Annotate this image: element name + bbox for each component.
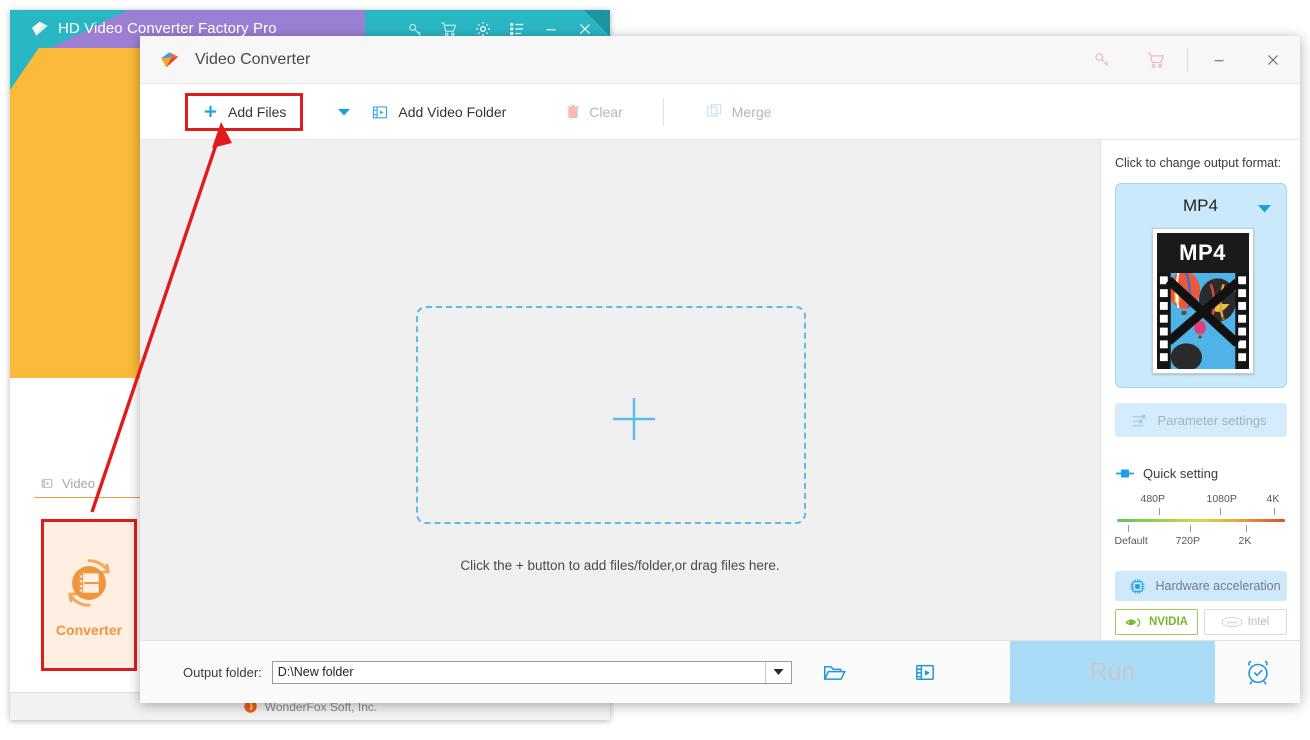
background-titlebar-icons — [398, 10, 602, 48]
dialog-bottom-bar: Output folder: D:\New folder Run — [140, 640, 1300, 703]
merge-button[interactable]: Merge — [706, 103, 772, 120]
quality-slider[interactable]: 480P 1080P 4K Default 720P 2K — [1115, 493, 1287, 551]
gear-icon[interactable] — [466, 10, 500, 48]
quality-tick-4k — [1273, 508, 1275, 515]
gpu-vendor-row: NVIDIA intel Intel — [1114, 609, 1287, 635]
intel-label: Intel — [1247, 616, 1270, 628]
quality-label-4k: 4K — [1266, 493, 1280, 505]
cpu-chip-icon — [1130, 579, 1144, 593]
dialog-titlebar: Video Converter — [140, 36, 1300, 84]
add-files-button[interactable]: Add Files — [185, 92, 304, 131]
quality-tick-720p — [1189, 525, 1191, 532]
output-folder-value: D:\New folder — [277, 665, 354, 679]
schedule-alarm-button[interactable] — [1215, 641, 1300, 704]
slider-handle-icon — [1116, 469, 1134, 478]
svg-text:intel: intel — [1227, 620, 1237, 626]
parameter-settings-button[interactable]: Parameter settings — [1114, 403, 1287, 437]
thumbnail-format-label: MP4 — [1179, 240, 1226, 265]
list-icon[interactable] — [500, 10, 534, 48]
sidebar-item-video-label: Video — [62, 476, 96, 491]
nvidia-eye-icon — [1125, 617, 1141, 627]
output-format-thumbnail: MP4 — [1151, 228, 1254, 374]
parameter-settings-label: Parameter settings — [1157, 412, 1267, 428]
minimize-icon[interactable] — [1192, 36, 1246, 84]
intel-button[interactable]: intel Intel — [1203, 609, 1287, 635]
output-folder-label: Output folder: — [183, 664, 262, 680]
media-folder-button[interactable] — [904, 641, 946, 704]
hardware-acceleration-label: Hardware acceleration — [1155, 579, 1281, 593]
plus-large-icon[interactable] — [610, 395, 658, 443]
sidebar-item-video[interactable]: Video — [40, 476, 95, 491]
quality-slider-track[interactable] — [1116, 519, 1285, 522]
cart-icon[interactable] — [432, 10, 466, 48]
dialog-toolbar: Add Files Add Video Folder Clear Merge — [140, 84, 1300, 140]
quality-label-default: Default — [1114, 535, 1148, 547]
sliders-icon — [1132, 414, 1145, 426]
intel-icon: intel — [1221, 616, 1242, 628]
output-format-heading: Click to change output format: — [1115, 156, 1282, 170]
caret-down-icon — [773, 669, 784, 675]
folder-open-icon — [823, 665, 847, 680]
quality-tick-1080p — [1219, 508, 1221, 515]
plus-icon — [204, 105, 217, 118]
chevron-down-icon — [338, 108, 351, 115]
output-folder-dropdown[interactable] — [764, 661, 791, 683]
close-icon[interactable] — [568, 10, 602, 48]
quality-label-720p: 720P — [1175, 535, 1201, 547]
add-files-label: Add Files — [228, 103, 287, 120]
alarm-clock-icon — [1247, 660, 1268, 685]
add-video-folder-button[interactable]: Add Video Folder — [371, 104, 506, 120]
media-folder-icon — [915, 664, 934, 680]
toolbar-separator — [662, 97, 664, 126]
dropzone-hint: Click the + button to add files/folder,o… — [460, 558, 780, 573]
dialog-titlebar-icons — [1075, 36, 1300, 84]
merge-squares-icon — [706, 103, 722, 117]
quality-tick-480p — [1158, 508, 1160, 515]
quick-setting-row: Quick setting — [1115, 466, 1300, 481]
quality-label-1080p: 1080P — [1206, 493, 1237, 505]
quick-setting-label: Quick setting — [1143, 466, 1219, 481]
quality-tick-default — [1127, 525, 1129, 532]
quality-tick-2k — [1245, 525, 1247, 532]
nvidia-button[interactable]: NVIDIA — [1114, 609, 1198, 635]
converter-film-circle-icon — [68, 559, 110, 607]
background-window-title: HD Video Converter Factory Pro — [58, 20, 277, 37]
output-format-card[interactable]: MP4 MP4 — [1114, 183, 1287, 388]
folder-video-icon — [373, 105, 388, 118]
file-list-drop-area[interactable]: Click the + button to add files/folder,o… — [140, 140, 1100, 667]
add-files-dropdown-button[interactable] — [331, 107, 357, 117]
pinwheel-play-icon — [161, 51, 179, 67]
sidebar-item-converter[interactable]: Converter — [41, 519, 137, 671]
close-icon[interactable] — [1246, 36, 1300, 84]
run-label: Run — [1089, 657, 1136, 686]
quality-label-2k: 2K — [1238, 535, 1252, 547]
open-folder-button[interactable] — [814, 641, 856, 704]
key-icon[interactable] — [398, 10, 432, 48]
titlebar-separator — [1187, 47, 1188, 72]
caret-down-icon — [1257, 205, 1271, 213]
thumbnail-format-band: MP4 — [1156, 233, 1249, 273]
minimize-icon[interactable] — [534, 10, 568, 48]
video-tab-underline — [34, 497, 149, 498]
film-icon — [41, 479, 53, 488]
video-converter-dialog: Video Converter Add Files Add Video Fold… — [140, 36, 1300, 703]
quality-label-480p: 480P — [1140, 493, 1166, 505]
hardware-acceleration-button[interactable]: Hardware acceleration — [1114, 571, 1287, 601]
play-diamond-icon — [32, 21, 48, 36]
output-format-caret[interactable] — [1257, 201, 1272, 219]
nvidia-label: NVIDIA — [1149, 616, 1188, 628]
converter-tile-label: Converter — [55, 622, 123, 638]
clear-button[interactable]: Clear — [566, 103, 623, 120]
add-video-folder-label: Add Video Folder — [398, 103, 507, 120]
output-settings-panel: Click to change output format: MP4 MP4 P… — [1100, 140, 1300, 667]
run-button[interactable]: Run — [1010, 640, 1215, 703]
merge-label: Merge — [731, 103, 772, 120]
output-folder-input[interactable]: D:\New folder — [271, 660, 792, 684]
clear-label: Clear — [589, 103, 623, 120]
trash-icon — [567, 104, 580, 118]
dialog-title: Video Converter — [195, 50, 311, 68]
cart-icon[interactable] — [1129, 36, 1183, 84]
key-icon[interactable] — [1075, 36, 1129, 84]
